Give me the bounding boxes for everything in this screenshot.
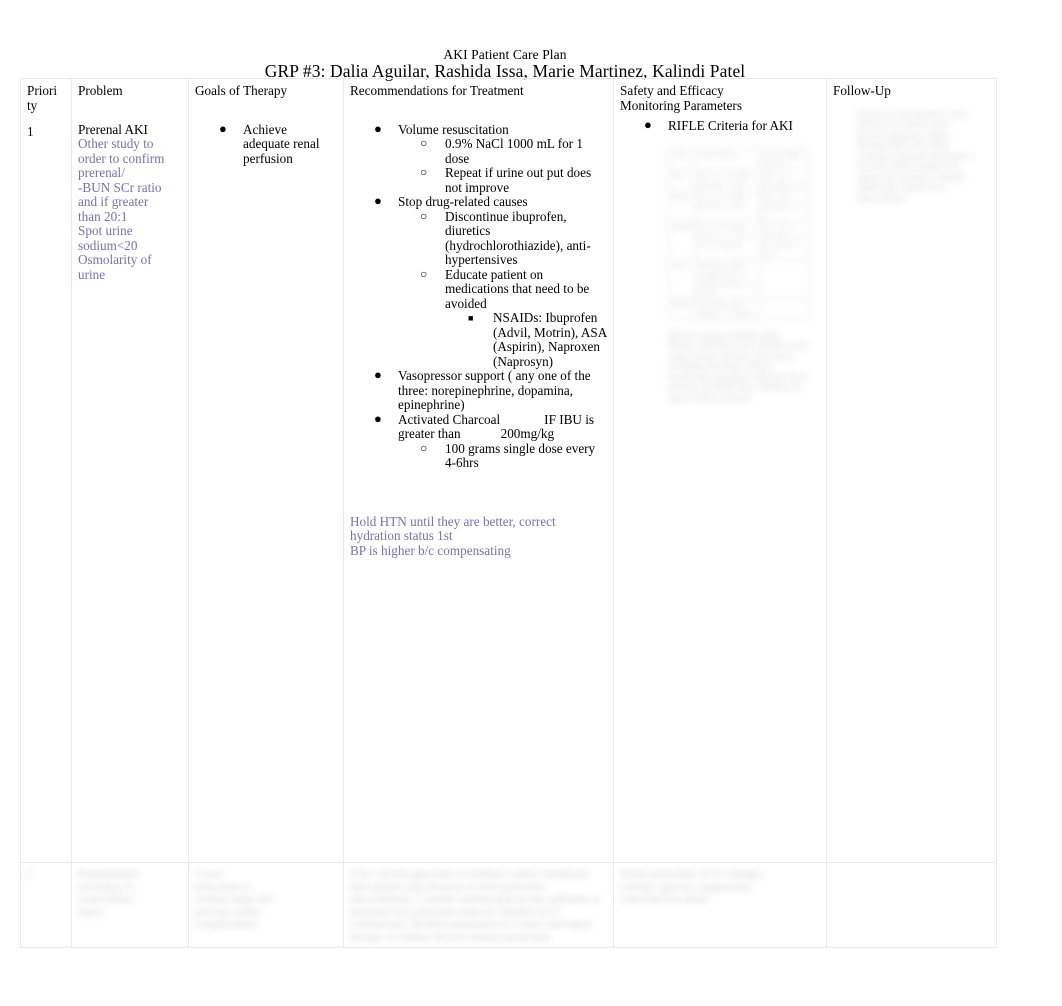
row2-problem-text: Hyperkalemia secondary to acute kidney inju…	[78, 868, 141, 918]
bullet-circle-icon: ○	[420, 440, 428, 455]
list-item: ● Activated Charcoal IF IBU is greater th…	[350, 410, 607, 471]
column-header-goals: Goals of Therapy ● Achieve adequate rena…	[188, 78, 344, 863]
rec-text-b: IF IBU is	[544, 411, 594, 427]
goals-header-label: Goals of Therapy	[195, 83, 288, 98]
rec-text: NSAIDs: Ibuprofen (Advil, Motrin), ASA (…	[493, 310, 607, 369]
rec-text: Vasopressor support ( any one of the thr…	[398, 368, 591, 412]
bullet-circle-icon: ○	[420, 165, 428, 179]
list-item: ■ NSAIDs: Ibuprofen (Advil, Motrin), ASA…	[445, 310, 607, 369]
list-item: ○ 100 grams single dose every 4-6hrs	[398, 440, 607, 471]
safety-header-line2: Monitoring Parameters	[620, 97, 742, 113]
row2-goals-cell: Lower potassium to normal range and prevent…	[188, 862, 344, 948]
rec-subsublist: ■ NSAIDs: Ibuprofen (Advil, Motrin), ASA…	[445, 310, 607, 369]
list-item: ● Achieve adequate renal perfusion	[195, 120, 337, 167]
row1-recommendation-notes: Hold HTN until they are better, correct …	[350, 513, 607, 559]
bullet-circle-icon: ○	[420, 136, 428, 150]
followup-header-label: Follow-Up	[833, 83, 891, 98]
list-item: ● Volume resuscitation ○ 0.9% NaCl 1000 …	[350, 120, 607, 196]
problem-note-line: Other study to	[78, 136, 154, 151]
row2-followup-cell	[826, 862, 997, 948]
list-item: ● Stop drug-related causes ○ Discontinue…	[350, 193, 607, 370]
safety-header-line1: Safety and Efficacy	[620, 83, 724, 98]
bullet-disc-icon: ●	[644, 117, 652, 132]
bullet-disc-icon: ●	[374, 193, 382, 208]
bullet-disc-icon: ●	[374, 120, 382, 136]
rec-text-continuation: greater than 200mg/kg	[398, 426, 607, 442]
row2-priority-cell: 2	[20, 862, 72, 948]
priority-header-line1: Priori	[27, 83, 58, 98]
problem-note-line: order to confirm	[78, 150, 165, 166]
rec-sublist: ○ 0.9% NaCl 1000 mL for 1 dose ○ Repeat …	[398, 136, 607, 195]
rec-text: Discontinue ibuprofen, diuretics (hydroc…	[445, 208, 591, 267]
rec-text: Repeat if urine out put does not improve	[445, 165, 592, 195]
rec-note-line: BP is higher b/c compensating	[350, 542, 511, 558]
list-item: ○ Educate patient on medications that ne…	[398, 266, 607, 370]
priority-header-line2: ty	[27, 97, 38, 113]
row2-recommendations-text: Give calcium gluconate to stabilize card…	[350, 868, 601, 943]
bullet-circle-icon: ○	[420, 208, 428, 223]
row2-safety-cell: Serum potassium, ECG changes, calcium, g…	[613, 862, 827, 948]
list-item: ● Vasopressor support ( any one of the t…	[350, 367, 607, 413]
row1-priority-value: 1	[27, 124, 34, 139]
bullet-circle-icon: ○	[420, 266, 428, 281]
row1-goals-list: ● Achieve adequate renal perfusion	[195, 120, 337, 167]
bullet-square-icon: ■	[468, 313, 474, 323]
column-header-safety: Safety and Efficacy Monitoring Parameter…	[613, 78, 827, 863]
document-page: AKI Patient Care Plan GRP #3: Dalia Agui…	[0, 0, 1062, 1006]
row2-recommendations-cell: Give calcium gluconate to stabilize card…	[343, 862, 614, 948]
row2-followup-text	[833, 868, 990, 881]
problem-header-label: Problem	[78, 83, 123, 98]
problem-note-line: than 20:1	[78, 208, 128, 224]
row1-problem-main: Prerenal AKI	[78, 121, 148, 137]
column-header-priority: Priori ty 1	[20, 78, 72, 863]
row2-priority-value: 2	[27, 868, 33, 880]
rifle-criteria-table: Class GFR Criteria Urine Output Criteria R…	[667, 147, 811, 320]
rec-text: Volume resuscitation	[398, 121, 509, 137]
rec-text: Educate patient on medications that need…	[445, 266, 590, 311]
rec-sublist: ○ Discontinue ibuprofen, diuretics (hydr…	[398, 208, 607, 370]
rifle-criteria-image-blurred: Class GFR Criteria Urine Output Criteria R…	[667, 147, 811, 403]
problem-note-line: and if greater	[78, 194, 149, 209]
bullet-disc-icon: ●	[219, 120, 227, 136]
list-item: ○ Discontinue ibuprofen, diuretics (hydr…	[398, 208, 607, 268]
list-item: ○ Repeat if urine out put does not impro…	[398, 165, 607, 195]
table-row: 2 Hyperkalemia secondary to acute kidney in…	[20, 862, 997, 948]
rec-sublist: ○ 100 grams single dose every 4-6hrs	[398, 440, 607, 471]
rec-note-line: hydration status 1st	[350, 528, 453, 543]
rec-text-d: 200mg/kg	[500, 426, 555, 441]
safety-text: RIFLE Criteria for AKI	[668, 118, 793, 133]
column-header-recommendations: Recommendations for Treatment ● Volume r…	[343, 78, 614, 863]
column-header-followup: Follow-Up Follow up with patient in 24 t…	[826, 78, 997, 863]
table-header-row: Priori ty 1 Problem Prerenal AKI Other s…	[20, 78, 997, 863]
row2-problem-cell: Hyperkalemia secondary to acute kidney inju…	[71, 862, 189, 948]
goal-text: Achieve adequate renal perfusion	[243, 121, 320, 166]
problem-note-line: -BUN SCr ratio	[78, 179, 162, 195]
recommendations-header-label: Recommendations for Treatment	[350, 83, 524, 98]
column-header-problem: Problem Prerenal AKI Other study to orde…	[71, 78, 189, 863]
row2-goals-text: Lower potassium to normal range and prevent…	[195, 868, 272, 930]
list-item: ○ 0.9% NaCl 1000 mL for 1 dose	[398, 136, 607, 166]
care-plan-table: Priori ty 1 Problem Prerenal AKI Other s…	[20, 78, 997, 948]
problem-note-line: urine	[78, 266, 106, 282]
problem-note-line: Spot urine	[78, 223, 133, 238]
problem-note-line: Osmolarity of	[78, 252, 152, 267]
rec-text: 0.9% NaCl 1000 mL for 1 dose	[445, 136, 583, 166]
row1-problem-notes: Other study to order to confirm prerenal…	[78, 136, 182, 282]
rec-text: Stop drug-related causes	[398, 194, 528, 209]
problem-note-line: sodium<20	[78, 237, 138, 253]
rec-note-line: Hold HTN until they are better, correct	[350, 513, 556, 529]
rec-text: 100 grams single dose every 4-6hrs	[445, 440, 596, 470]
rec-text-c: greater than	[398, 426, 461, 441]
problem-note-line: prerenal/	[78, 165, 125, 180]
list-item: ● RIFLE Criteria for AKI	[620, 117, 820, 134]
row2-safety-text: Serum potassium, ECG changes, calcium, g…	[620, 868, 765, 905]
bullet-disc-icon: ●	[374, 410, 382, 426]
followup-content-blurred: Follow up with patient in 24 to 48 hours…	[857, 108, 972, 203]
row1-recommendations-list: ● Volume resuscitation ○ 0.9% NaCl 1000 …	[350, 120, 607, 471]
row1-safety-list: ● RIFLE Criteria for AKI	[620, 117, 820, 134]
rec-text-a: Activated Charcoal	[398, 411, 501, 427]
bullet-disc-icon: ●	[374, 367, 382, 382]
